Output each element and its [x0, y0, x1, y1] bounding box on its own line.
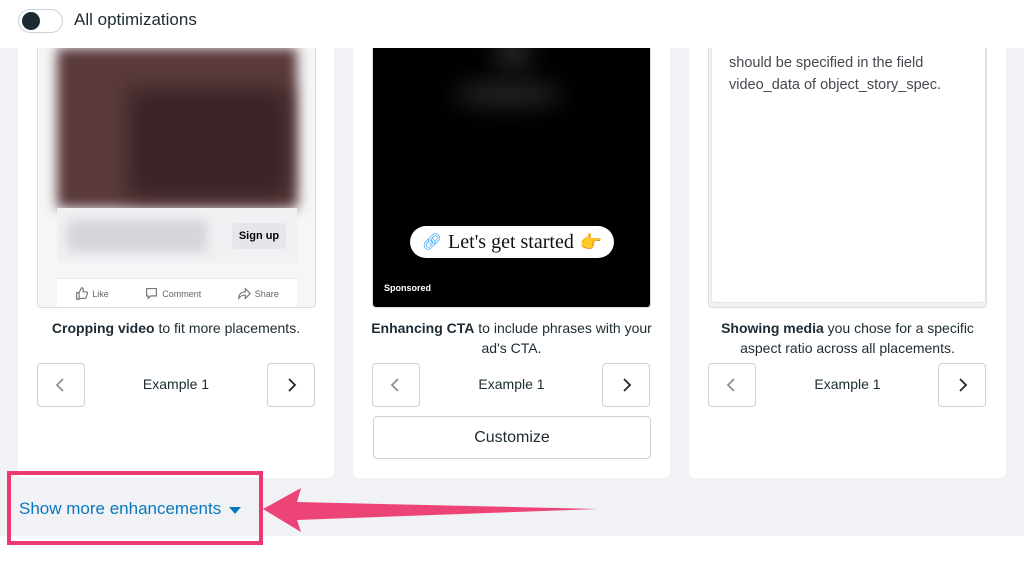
blurred-headline — [67, 220, 207, 252]
pointing-hand-icon: 👉 — [579, 231, 603, 252]
next-example-button[interactable] — [602, 363, 650, 407]
all-optimizations-toggle[interactable] — [18, 9, 63, 33]
next-example-button[interactable] — [267, 363, 315, 407]
link-icon: 🔗︎ — [421, 234, 443, 251]
preview-message: should be specified in the field video_d… — [711, 48, 986, 303]
card-description: Enhancing CTA to include phrases with yo… — [371, 320, 652, 356]
thumbs-up-icon — [76, 287, 89, 300]
enhancement-card-media: should be specified in the field video_d… — [689, 48, 1006, 478]
top-bar: All optimizations — [0, 0, 1024, 48]
chevron-right-icon — [623, 378, 632, 392]
ad-footer: Sign up — [57, 208, 297, 263]
toggle-knob — [22, 12, 40, 30]
comment-action: Comment — [145, 287, 201, 300]
chevron-right-icon — [959, 378, 968, 392]
share-icon — [237, 287, 251, 300]
ad-preview: 🔗︎ Let's get started 👉 Sponsored — [372, 48, 651, 308]
sponsored-label: Sponsored — [384, 283, 432, 293]
enhancement-card-cta: 🔗︎ Let's get started 👉 Sponsored Enhanci… — [353, 48, 670, 478]
sign-up-button: Sign up — [232, 223, 286, 249]
ad-preview: Sign up Like Comment Share — [37, 48, 316, 308]
card-description: Showing media you chose for a specific a… — [721, 320, 974, 356]
like-action: Like — [75, 287, 109, 300]
toggle-label: All optimizations — [74, 10, 197, 29]
comment-icon — [146, 288, 158, 300]
customize-button[interactable]: Customize — [373, 416, 651, 459]
ad-preview: should be specified in the field video_d… — [708, 48, 987, 308]
annotation-arrow-icon — [263, 488, 598, 532]
enhancement-card-cropping: Sign up Like Comment Share Cropping vide… — [18, 48, 334, 478]
chevron-right-icon — [288, 378, 297, 392]
post-actions: Like Comment Share — [57, 278, 297, 307]
card-description: Cropping video to fit more placements. — [51, 320, 301, 336]
highlight-box — [7, 471, 263, 545]
share-action: Share — [237, 287, 279, 300]
cta-overlay: 🔗︎ Let's get started 👉 — [410, 226, 614, 258]
next-example-button[interactable] — [938, 363, 986, 407]
